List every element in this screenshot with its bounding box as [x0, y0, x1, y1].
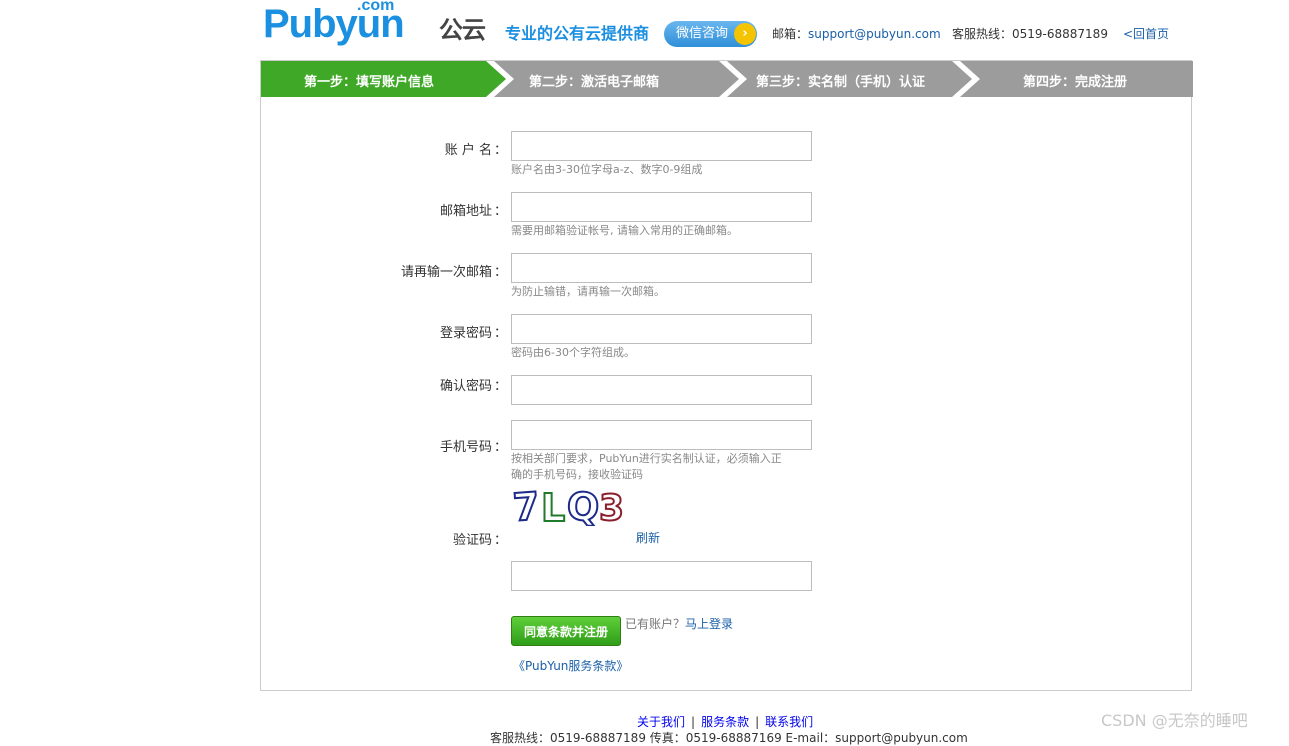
email-hint: 需要用邮箱验证帐号, 请输入常用的正确邮箱。: [511, 224, 738, 237]
wechat-consult-label: 微信咨询: [676, 26, 729, 41]
have-account-text: 已有账户？马上登录: [625, 617, 734, 631]
password-input[interactable]: [511, 314, 812, 344]
contact-email: 邮箱：support@pubyun.com: [772, 25, 941, 42]
account-name-input[interactable]: [511, 131, 812, 161]
email-label: 邮箱：: [772, 27, 809, 41]
contact-us-link[interactable]: 联系我们: [765, 715, 813, 729]
step-2-label: 第二步：激活电子邮箱: [529, 75, 660, 90]
captcha-input[interactable]: [511, 561, 812, 591]
password-label: 登录密码：: [439, 326, 507, 341]
captcha-refresh-link[interactable]: 刷新: [636, 529, 660, 546]
account-name-hint: 账户名由3-30位字母a-z、数字0-9组成: [511, 163, 703, 176]
password-hint: 密码由6-30个字符组成。: [511, 346, 635, 359]
logo-domain: .com: [357, 0, 395, 14]
email-input[interactable]: [511, 192, 812, 222]
logo-chinese-name: 公云: [439, 16, 486, 44]
service-hotline: 客服热线：0519-68887189: [952, 27, 1108, 41]
email-confirm-hint: 为防止输错，请再输一次邮箱。: [511, 285, 665, 298]
footer-links: 关于我们 | 服务条款 | 联系我们: [637, 715, 814, 729]
login-link[interactable]: 马上登录: [685, 617, 733, 631]
password-confirm-input[interactable]: [511, 375, 812, 405]
captcha-char-1: 7: [512, 486, 541, 526]
agree-and-register-button[interactable]: 同意条款并注册: [511, 616, 621, 646]
service-terms-link[interactable]: 服务条款: [701, 715, 749, 729]
captcha-label: 验证码：: [452, 533, 507, 548]
captcha-char-4: 3: [599, 488, 624, 526]
terms-of-service-link[interactable]: 《PubYun服务条款》: [513, 657, 628, 674]
support-email-link[interactable]: support@pubyun.com: [808, 27, 941, 41]
wechat-consult-button[interactable]: 微信咨询 ›: [664, 21, 757, 47]
email-label: 邮箱地址：: [439, 204, 507, 219]
footer-contact-info: 客服热线：0519-68887189 传真：0519-68887169 E-ma…: [490, 731, 968, 745]
chevron-right-icon: ›: [734, 23, 756, 45]
account-name-label: 账 户 名：: [444, 143, 507, 158]
step-3-label: 第三步：实名制（手机）认证: [756, 75, 926, 90]
phone-label: 手机号码：: [439, 440, 507, 455]
captcha-image: 7 L Q 3: [511, 486, 625, 526]
phone-hint: 按相关部门要求，PubYun进行实名制认证，必须输入正 确的手机号码，接收验证码: [511, 452, 782, 481]
email-confirm-label: 请再输一次邮箱：: [400, 265, 507, 280]
captcha-char-2: L: [541, 486, 565, 526]
password-confirm-label: 确认密码：: [439, 379, 507, 394]
pubyun-logo[interactable]: Pubyun .com 公云: [263, 0, 493, 44]
phone-input[interactable]: [511, 420, 812, 450]
email-confirm-input[interactable]: [511, 253, 812, 283]
csdn-watermark: CSDN @无奈的睡吧: [1101, 711, 1248, 730]
captcha-char-3: Q: [566, 486, 601, 526]
home-link[interactable]: <回首页: [1123, 25, 1169, 42]
step-4-label: 第四步：完成注册: [1023, 75, 1128, 90]
about-us-link[interactable]: 关于我们: [637, 715, 685, 729]
step-1-label: 第一步：填写账户信息: [304, 75, 435, 90]
slogan: 专业的公有云提供商: [505, 24, 650, 43]
